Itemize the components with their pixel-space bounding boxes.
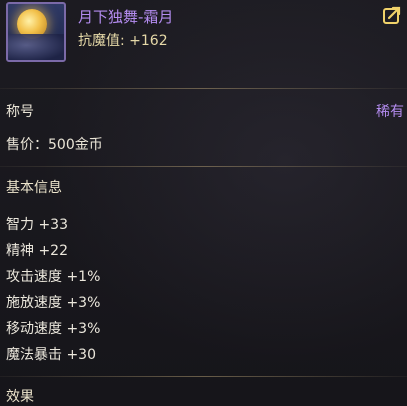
share-icon[interactable] [383, 6, 401, 24]
divider [0, 166, 407, 167]
section-effect: 效果 [6, 389, 34, 405]
attr-cast-speed: 施放速度 +3% [6, 295, 101, 311]
cloud-icon [8, 34, 64, 60]
item-category: 称号 [6, 104, 34, 120]
attr-spirit: 精神 +22 [6, 243, 68, 259]
item-header: 月下独舞-霜月 抗魔值: +162 [0, 0, 407, 80]
attr-attack-speed: 攻击速度 +1% [6, 269, 101, 285]
item-name: 月下独舞-霜月 [78, 8, 174, 26]
item-price: 售价：500金币 [6, 137, 103, 153]
divider [0, 88, 407, 89]
item-icon [6, 2, 66, 62]
divider [0, 376, 407, 377]
item-rarity: 稀有 [376, 104, 404, 120]
attr-move-speed: 移动速度 +3% [6, 321, 101, 337]
item-magic-resist: 抗魔值: +162 [78, 33, 168, 49]
item-tooltip: 月下独舞-霜月 抗魔值: +162 称号 稀有 售价：500金币 基本信息 智力… [0, 0, 407, 405]
section-basic-info: 基本信息 [6, 180, 62, 196]
attr-intelligence: 智力 +33 [6, 217, 68, 233]
attr-magic-crit: 魔法暴击 +30 [6, 347, 96, 363]
